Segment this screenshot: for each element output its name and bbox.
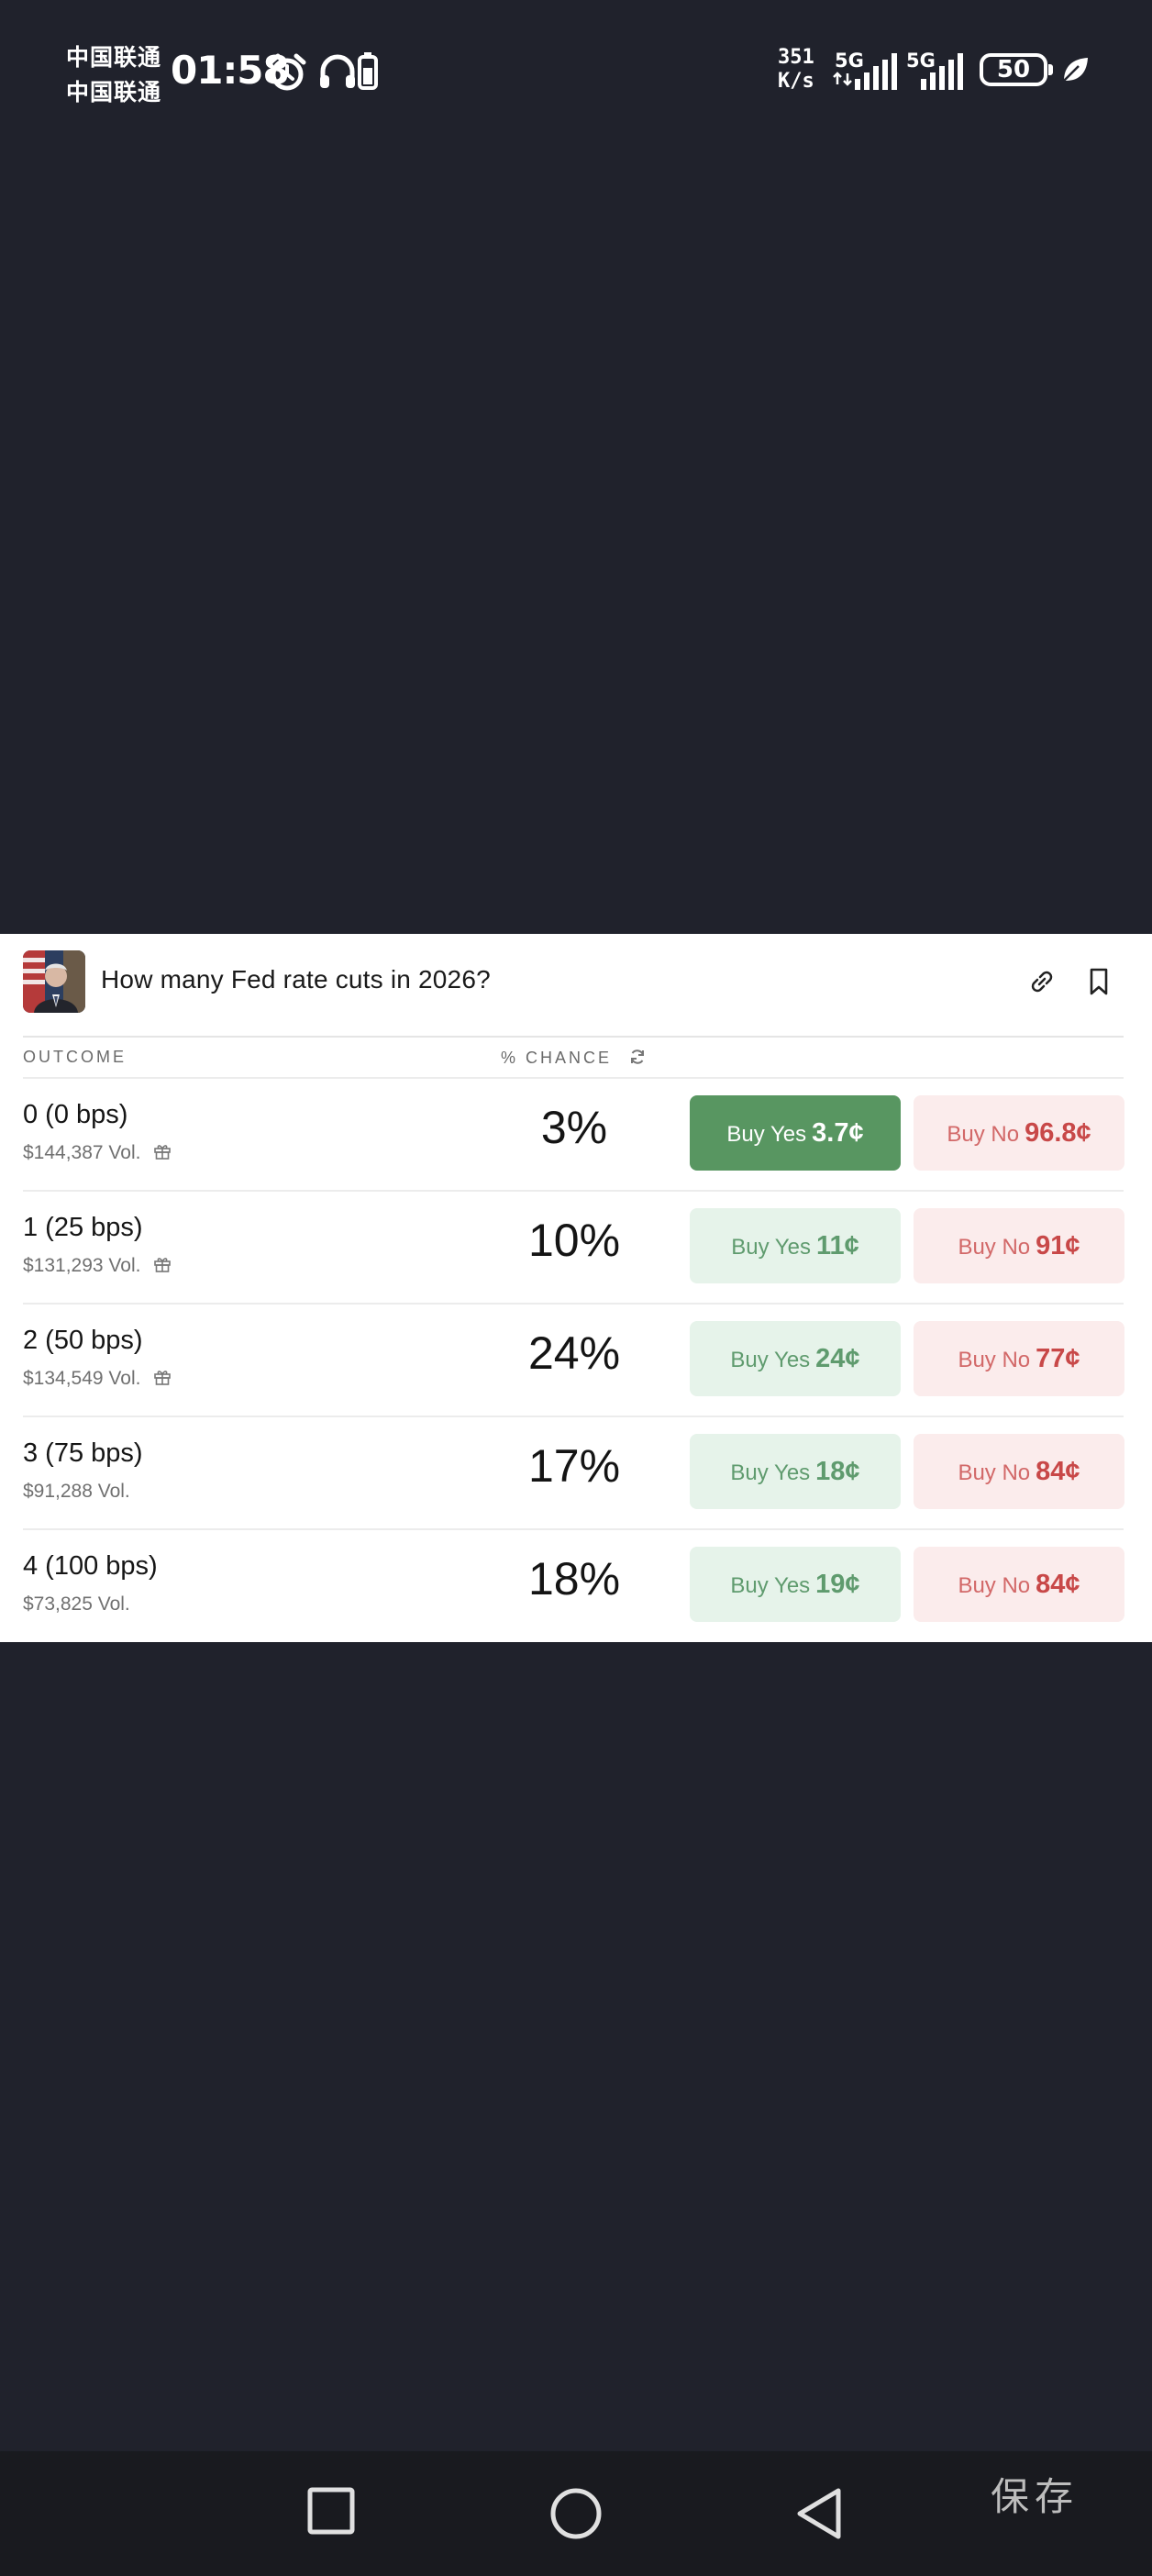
buy-yes-button[interactable]: Buy Yes 19¢ [690,1547,901,1622]
buy-no-button[interactable]: Buy No 77¢ [914,1321,1124,1396]
header-divider [23,1036,1124,1038]
buy-no-button[interactable]: Buy No 96.8¢ [914,1095,1124,1171]
buy-no-label: Buy No [958,1348,1031,1372]
outcome-row[interactable]: 3 (75 bps) $91,288 Vol. 17% Buy Yes 18¢ B… [0,1416,1152,1528]
carrier-1: 中国联通 [66,44,162,71]
row-divider [23,1190,1124,1192]
outcome-volume: $134,549 Vol. [23,1368,172,1390]
back-triangle-icon[interactable] [794,2486,846,2541]
battery-small-icon [358,52,378,90]
gift-icon [154,1145,172,1160]
buy-yes-label: Buy Yes [730,1348,811,1372]
buy-no-label: Buy No [947,1122,1020,1147]
outcome-name: 1 (25 bps) [23,1213,143,1242]
network-speed-unit: K/s [778,70,814,93]
buy-yes-price: 11¢ [815,1231,859,1260]
buy-no-price: 96.8¢ [1025,1118,1091,1148]
outcome-chance: 10% [527,1215,621,1266]
outcome-chance: 24% [527,1327,621,1379]
outcome-chance: 18% [527,1553,621,1604]
outcome-name: 4 (100 bps) [23,1551,158,1581]
buy-no-price: 84¢ [1036,1570,1080,1599]
outcome-volume-text: $134,549 Vol. [23,1368,141,1389]
buy-yes-button[interactable]: Buy Yes 24¢ [690,1321,901,1396]
column-header-chance: % CHANCE [501,1048,647,1068]
column-header-outcome: OUTCOME [23,1048,127,1066]
recents-square-icon[interactable] [306,2486,356,2536]
outcome-name: 0 (0 bps) [23,1100,128,1129]
network-speed-value: 351 [778,46,814,69]
buy-yes-button[interactable]: Buy Yes 11¢ [690,1208,901,1283]
outcome-volume: $144,387 Vol. [23,1142,172,1164]
bookmark-icon[interactable] [1086,967,1112,996]
row-divider [23,1077,1124,1079]
buy-no-label: Buy No [958,1573,1031,1598]
outcome-name: 2 (50 bps) [23,1326,143,1355]
buy-no-price: 84¢ [1036,1457,1080,1486]
carrier-labels: 中国联通 中国联通 [66,40,161,110]
outcome-volume: $91,288 Vol. [23,1481,130,1503]
data-arrows-icon [833,72,852,86]
buy-no-label: Buy No [958,1235,1031,1260]
carrier-2: 中国联通 [66,79,162,105]
signal-icon [855,53,897,90]
buy-no-button[interactable]: Buy No 84¢ [914,1547,1124,1622]
market-card: How many Fed rate cuts in 2026? OUTCOME … [0,934,1152,1642]
row-divider [23,1303,1124,1305]
outcome-chance: 3% [540,1102,608,1153]
row-divider [23,1528,1124,1530]
buy-yes-price: 18¢ [815,1457,860,1486]
link-icon[interactable] [1027,967,1057,996]
buy-no-label: Buy No [958,1460,1031,1485]
row-divider [23,1416,1124,1417]
buy-no-price: 77¢ [1036,1344,1080,1373]
signal-icon-2 [921,53,963,90]
outcome-chance: 17% [527,1440,621,1492]
buy-yes-label: Buy Yes [726,1122,807,1147]
outcome-volume: $73,825 Vol. [23,1593,130,1616]
market-avatar[interactable] [23,950,85,1013]
buy-yes-label: Buy Yes [731,1235,811,1260]
home-circle-icon[interactable] [548,2486,604,2541]
outcome-volume: $131,293 Vol. [23,1255,172,1277]
outcome-row[interactable]: 4 (100 bps) $73,825 Vol. 18% Buy Yes 19¢ … [0,1528,1152,1641]
outcome-row[interactable]: 2 (50 bps) $134,549 Vol. 24% Buy Yes 24¢ … [0,1303,1152,1416]
gift-icon [154,1258,172,1272]
outcome-row[interactable]: 0 (0 bps) $144,387 Vol. 3% Buy Yes 3.7¢ B… [0,1077,1152,1190]
outcome-volume-text: $73,825 Vol. [23,1593,130,1615]
buy-no-button[interactable]: Buy No 84¢ [914,1434,1124,1509]
outcome-volume-text: $131,293 Vol. [23,1255,141,1276]
refresh-icon[interactable] [628,1048,647,1066]
save-button[interactable]: 保存 [991,2466,1079,2522]
outcome-volume-text: $91,288 Vol. [23,1481,130,1502]
buy-yes-price: 19¢ [815,1570,860,1599]
buy-yes-price: 24¢ [815,1344,860,1373]
market-title: How many Fed rate cuts in 2026? [101,965,491,994]
headphones-icon [320,54,355,88]
battery-indicator: 50 [980,53,1053,86]
buy-yes-button[interactable]: Buy Yes 18¢ [690,1434,901,1509]
alarm-icon [268,53,306,91]
buy-yes-label: Buy Yes [730,1460,811,1485]
network-speed: 351 K/s [778,46,814,94]
buy-yes-price: 3.7¢ [812,1118,864,1148]
buy-no-button[interactable]: Buy No 91¢ [914,1208,1124,1283]
leaf-icon [1063,58,1088,82]
buy-yes-button[interactable]: Buy Yes 3.7¢ [690,1095,901,1171]
buy-yes-label: Buy Yes [730,1573,811,1598]
system-nav-bar [0,2451,1152,2576]
outcome-name: 3 (75 bps) [23,1438,143,1468]
column-header-chance-label: % CHANCE [501,1049,613,1067]
outcome-volume-text: $144,387 Vol. [23,1142,141,1163]
buy-no-price: 91¢ [1036,1231,1080,1260]
status-bar: 中国联通 中国联通 01:58 351 K/s 5G 5G 50 [0,0,1152,147]
outcome-row[interactable]: 1 (25 bps) $131,293 Vol. 10% Buy Yes 11¢ … [0,1190,1152,1303]
gift-icon [154,1371,172,1385]
